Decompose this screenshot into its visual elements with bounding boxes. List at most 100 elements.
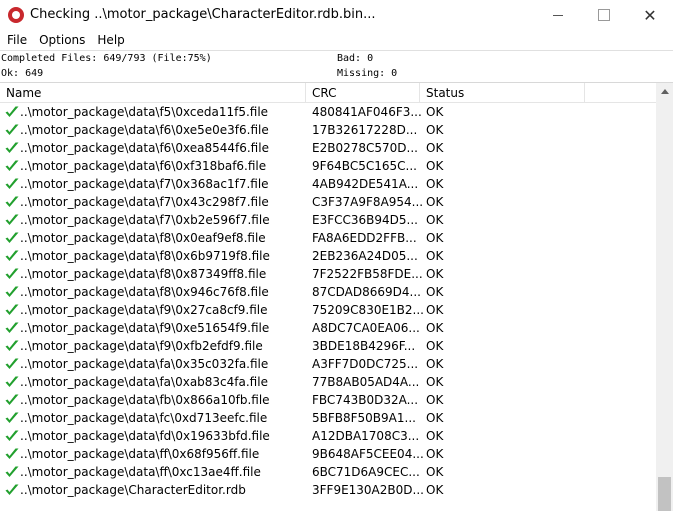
table-row[interactable]: ..\motor_package\data\ff\0xc13ae4ff.file… [0, 463, 656, 481]
cell-crc: E2B0278C570D... [312, 141, 418, 155]
cell-status: OK [426, 141, 444, 155]
menu-bar: File Options Help [0, 30, 673, 50]
cell-crc: A12DBA1708C3... [312, 429, 420, 443]
cell-status: OK [426, 429, 444, 443]
cell-status: OK [426, 249, 444, 263]
table-row[interactable]: ..\motor_package\data\ff\0x68f956ff.file… [0, 445, 656, 463]
completed-files-text: Completed Files: 649/793 (File:75%) [1, 53, 212, 64]
cell-crc: FA8A6EDD2FFB... [312, 231, 417, 245]
cell-status: OK [426, 231, 444, 245]
vertical-scrollbar[interactable] [656, 83, 673, 511]
column-header-status[interactable]: Status [420, 83, 585, 103]
column-header-crc[interactable]: CRC [306, 83, 420, 103]
check-icon [5, 304, 19, 315]
cell-crc: A8DC7CA0EA06... [312, 321, 420, 335]
cell-status: OK [426, 483, 444, 497]
table-row[interactable]: ..\motor_package\data\f7\0x368ac1f7.file… [0, 175, 656, 193]
menu-options[interactable]: Options [33, 30, 91, 50]
table-row[interactable]: ..\motor_package\data\f8\0x6b9719f8.file… [0, 247, 656, 265]
cell-status: OK [426, 105, 444, 119]
table-row[interactable]: ..\motor_package\data\f6\0xea8544f6.file… [0, 139, 656, 157]
table-row[interactable]: ..\motor_package\data\f8\0x0eaf9ef8.file… [0, 229, 656, 247]
check-icon [5, 286, 19, 297]
table-row[interactable]: ..\motor_package\data\f5\0xceda11f5.file… [0, 103, 656, 121]
cell-crc: 2EB236A24D05... [312, 249, 418, 263]
file-list: Name CRC Status ..\motor_package\data\f5… [0, 82, 673, 511]
cell-status: OK [426, 411, 444, 425]
cell-crc: 9B648AF5CEE04... [312, 447, 424, 461]
cell-name: ..\motor_package\data\f8\0x6b9719f8.file [20, 249, 270, 263]
cell-crc: 3FF9E130A2B0D... [312, 483, 424, 497]
window-title: Checking ..\motor_package\CharacterEdito… [30, 7, 376, 22]
table-row[interactable]: ..\motor_package\data\f9\0x27ca8cf9.file… [0, 301, 656, 319]
cell-name: ..\motor_package\data\fb\0x866a10fb.file [20, 393, 270, 407]
check-icon [5, 178, 19, 189]
cell-name: ..\motor_package\data\f8\0x946c76f8.file [20, 285, 269, 299]
table-row[interactable]: ..\motor_package\data\f6\0xf318baf6.file… [0, 157, 656, 175]
check-icon [5, 358, 19, 369]
table-row[interactable]: ..\motor_package\data\f7\0x43c298f7.file… [0, 193, 656, 211]
check-icon [5, 484, 19, 495]
cell-name: ..\motor_package\data\f6\0xe5e0e3f6.file [20, 123, 269, 137]
cell-status: OK [426, 177, 444, 191]
table-row[interactable]: ..\motor_package\data\f9\0xfb2efdf9.file… [0, 337, 656, 355]
table-row[interactable]: ..\motor_package\data\f6\0xe5e0e3f6.file… [0, 121, 656, 139]
cell-crc: 480841AF046F3... [312, 105, 422, 119]
table-row[interactable]: ..\motor_package\data\fb\0x866a10fb.file… [0, 391, 656, 409]
list-header: Name CRC Status [0, 83, 656, 103]
column-header-name[interactable]: Name [0, 83, 306, 103]
cell-crc: A3FF7D0DC725... [312, 357, 419, 371]
close-button[interactable]: ✕ [627, 0, 673, 30]
table-row[interactable]: ..\motor_package\CharacterEditor.rdb 3FF9… [0, 481, 656, 499]
cell-name: ..\motor_package\CharacterEditor.rdb [20, 483, 246, 497]
check-icon [5, 322, 19, 333]
check-icon [5, 430, 19, 441]
cell-crc: E3FCC36B94D5... [312, 213, 418, 227]
cell-name: ..\motor_package\data\f8\0x87349ff8.file [20, 267, 267, 281]
table-row[interactable]: ..\motor_package\data\fa\0x35c032fa.file… [0, 355, 656, 373]
check-icon [5, 232, 19, 243]
cell-name: ..\motor_package\data\f9\0x27ca8cf9.file [20, 303, 268, 317]
cell-status: OK [426, 357, 444, 371]
cell-crc: 9F64BC5C165C... [312, 159, 417, 173]
check-icon [5, 142, 19, 153]
table-row[interactable]: ..\motor_package\data\fa\0xab83c4fa.file… [0, 373, 656, 391]
cell-crc: 4AB942DE541A... [312, 177, 419, 191]
cell-name: ..\motor_package\data\f7\0xb2e596f7.file [20, 213, 270, 227]
table-row[interactable]: ..\motor_package\data\f8\0x87349ff8.file… [0, 265, 656, 283]
check-icon [5, 394, 19, 405]
cell-crc: 77B8AB05AD4A... [312, 375, 420, 389]
table-row[interactable]: ..\motor_package\data\f8\0x946c76f8.file… [0, 283, 656, 301]
table-row[interactable]: ..\motor_package\data\fc\0xd713eefc.file… [0, 409, 656, 427]
cell-name: ..\motor_package\data\f6\0xf318baf6.file [20, 159, 267, 173]
cell-name: ..\motor_package\data\f8\0x0eaf9ef8.file [20, 231, 266, 245]
cell-status: OK [426, 465, 444, 479]
cell-crc: C3F37A9F8A954... [312, 195, 424, 209]
cell-name: ..\motor_package\data\fa\0x35c032fa.file [20, 357, 269, 371]
check-icon [5, 214, 19, 225]
missing-count-text: Missing: 0 [337, 68, 398, 79]
table-row[interactable]: ..\motor_package\data\fd\0x19633bfd.file… [0, 427, 656, 445]
scroll-up-arrow-icon[interactable] [656, 83, 673, 100]
summary-panel: Completed Files: 649/793 (File:75%) Bad:… [0, 50, 673, 82]
scrollbar-thumb[interactable] [658, 477, 671, 511]
cell-status: OK [426, 159, 444, 173]
bad-count-text: Bad: 0 [337, 53, 374, 64]
check-icon [5, 124, 19, 135]
cell-name: ..\motor_package\data\f7\0x43c298f7.file [20, 195, 269, 209]
minimize-button[interactable] [535, 0, 581, 30]
cell-crc: FBC743B0D32A... [312, 393, 419, 407]
cell-status: OK [426, 321, 444, 335]
cell-name: ..\motor_package\data\f9\0xfb2efdf9.file [20, 339, 263, 353]
check-icon [5, 160, 19, 171]
maximize-button[interactable] [581, 0, 627, 30]
ok-count-text: Ok: 649 [1, 68, 44, 79]
cell-name: ..\motor_package\data\f6\0xea8544f6.file [20, 141, 269, 155]
cell-name: ..\motor_package\data\f7\0x368ac1f7.file [20, 177, 269, 191]
cell-status: OK [426, 447, 444, 461]
menu-file[interactable]: File [0, 30, 33, 50]
table-row[interactable]: ..\motor_package\data\f9\0xe51654f9.file… [0, 319, 656, 337]
menu-help[interactable]: Help [91, 30, 130, 50]
table-row[interactable]: ..\motor_package\data\f7\0xb2e596f7.file… [0, 211, 656, 229]
app-icon [8, 7, 24, 23]
